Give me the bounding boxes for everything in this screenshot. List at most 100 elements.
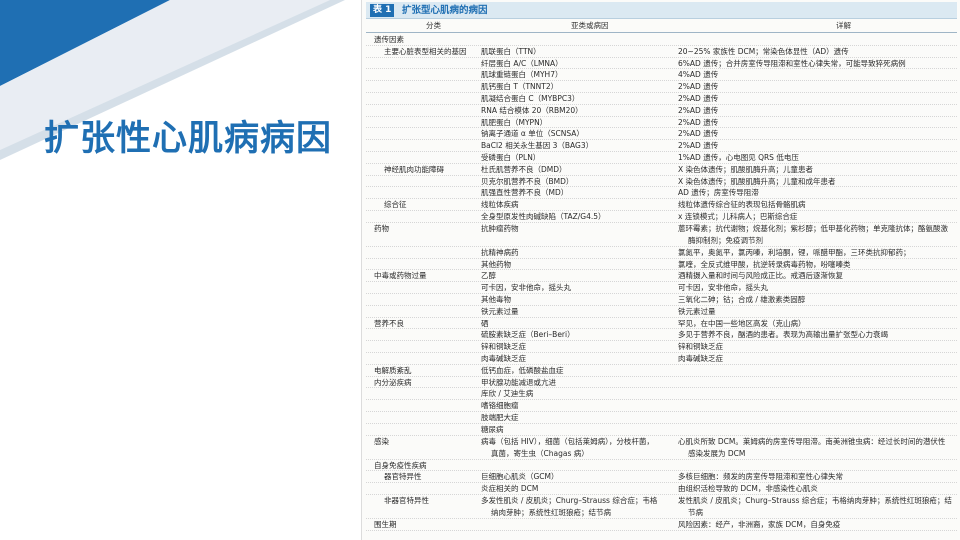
cell-category: 内分泌疾病 [374,377,412,387]
cell-category: 器官特异性 [384,472,422,482]
table-row: 内分泌疾病 甲状腺功能减退或亢进 [366,377,957,389]
cell-subtype: 库欣 / 艾迪生病 [481,389,534,399]
table-row: 肉毒碱缺乏症 肉毒碱缺乏症 [366,353,957,365]
table-row: 非器官特异性 多发性肌炎 / 皮肌炎；Churg–Strauss 综合症；韦格 发性… [366,495,957,519]
cell-subtype: 贝克尔肌营养不良（BMD） [481,176,574,186]
table-row: 综合征 线粒体疾病 线粒体遗传综合征的表现包括骨骼肌病 [366,199,957,211]
cell-detail: 线粒体遗传综合征的表现包括骨骼肌病 [678,200,806,210]
cell-detail: 2%AD 遗传 [678,105,719,115]
table-row: 硫胺素缺乏症（Beri–Beri） 多见于营养不良，酗酒的患者。表现为高输出量扩张… [366,329,957,342]
table-row: 中毒或药物过量 乙醇 酒精摄入量和时间与风险成正比。戒酒后逐渐恢复 [366,270,957,283]
cell-detail: 1%AD 遗传，心电图见 QRS 低电压 [678,153,799,162]
cell-subtype: 纤层蛋白 A/C（LMNA） [481,58,563,68]
cell-category: 电解质紊乱 [374,365,412,375]
cell-category: 遗传因素 [374,35,404,44]
table-row: 全身型原发性肉碱缺陷（TAZ/G4.5） x 连锁模式；儿科病人；巴斯综合症 [366,211,957,223]
table-row: 电解质紊乱 低钙血症，低磷酸盐血症 [366,365,957,377]
cell-subtype: 肌凝结合蛋白 C（MYBPC3） [481,94,580,103]
table-row: 其他毒物 三氧化二砷；钴；合成 / 雄激素类固醇 [366,294,957,306]
cell-detail: 4%AD 遗传 [678,70,719,80]
table-row: 肢端肥大症 [366,412,957,424]
cell-subtype: 嗜铬细胞瘤 [481,401,519,411]
cell-subtype: 糖尿病 [481,424,504,434]
cell-category: 中毒或药物过量 [374,271,427,281]
table-row: 受磷蛋白（PLN） 1%AD 遗传，心电图见 QRS 低电压 [366,152,957,164]
cell-detail: 风险因素：经产，非洲裔，家族 DCM，自身免疫 [678,520,841,529]
header-subtype: 亚类或病因 [571,21,609,30]
header-category: 分类 [426,21,441,30]
cell-detail: 2%AD 遗传 [678,129,719,139]
etiology-table: 表 1 扩张型心肌病的病因 分类 亚类或病因 详解 遗传因素 主要心脏表型相关的基… [361,0,960,540]
table-row: 肌钙蛋白 T（TNNT2） 2%AD 遗传 [366,81,957,93]
cell-detail: 可卡因，安非他命，摇头丸 [678,283,768,293]
table-row: 药物 抗肿瘤药物 蒽环霉素；抗代谢物；烷基化剂；紫杉醇；低甲基化药物；单克隆抗体；酪… [366,223,957,247]
cell-category: 神经肌肉功能障碍 [384,164,444,174]
table-row: 肌强直性营养不良（MD） AD 遗传；房室传导阻滞 [366,187,957,200]
table-row: 感染 病毒（包括 HIV），细菌（包括莱姆病），分枝杆菌， 心肌炎所致 DCM。莱姆… [366,436,957,460]
cell-subtype: 杜氏肌营养不良（DMD） [481,164,567,174]
cell-subtype: 甲状腺功能减退或亢进 [481,377,556,387]
cell-detail-cont: 节病 [688,508,703,517]
table-row: BaCl2 相关永生基因 3（BAG3） 2%AD 遗传 [366,140,957,152]
table-row: 锌和铜缺乏症 锌和铜缺乏症 [366,341,957,353]
table-row: 主要心脏表型相关的基因 肌联蛋白（TTN） 20~25% 家族性 DCM；常染色体显… [366,46,957,58]
cell-subtype: 肌钙蛋白 T（TNNT2） [481,82,559,92]
table-row: RNA 结合模体 20（RBM20） 2%AD 遗传 [366,105,957,117]
table-tag: 表 1 [370,4,395,17]
cell-detail: 2%AD 遗传 [678,117,719,127]
cell-subtype: 铁元素过量 [481,306,519,316]
cell-detail: 2%AD 遗传 [678,82,719,92]
cell-subtype: 受磷蛋白（PLN） [481,153,541,162]
cell-category: 围生期 [374,520,397,529]
cell-category: 自身免疫性疾病 [374,460,427,470]
table-row: 糖尿病 [366,424,957,436]
cell-subtype: 肌球重链蛋白（MYH7） [481,70,563,80]
table-row: 肌球重链蛋白（MYH7） 4%AD 遗传 [366,69,957,82]
cell-subtype: 巨细胞心肌炎（GCM） [481,472,559,482]
cell-detail: 氯喹，全反式维甲酸，抗逆转录病毒药物，吩噻嗪类 [678,259,851,269]
cell-subtype: 锌和铜缺乏症 [481,342,526,352]
cell-detail: 2%AD 遗传 [678,94,719,103]
cell-subtype: RNA 结合模体 20（RBM20） [481,105,583,115]
cell-detail: 罕见，在中国一些地区高发（克山病） [678,318,806,328]
cell-detail: 肉毒碱缺乏症 [678,354,723,363]
cell-subtype: BaCl2 相关永生基因 3（BAG3） [481,141,594,151]
cell-category: 综合征 [384,200,407,210]
slide-decoration [0,0,360,540]
table-row: 抗精神病药 氯氮平，奥氮平，氯丙嗪，利培酮，锂，哌醋甲酯，三环类抗抑郁药； [366,247,957,259]
cell-category: 药物 [374,223,389,233]
cell-subtype: 可卡因，安非他命，摇头丸 [481,283,571,293]
cell-detail: X 染色体遗传；肌酸肌酶升高；儿童患者 [678,164,814,174]
table-row: 其他药物 氯喹，全反式维甲酸，抗逆转录病毒药物，吩噻嗪类 [366,259,957,271]
cell-detail-cont: 感染发展为 DCM [688,448,746,458]
cell-detail: 由组织活检导致的 DCM，非感染性心肌炎 [678,484,818,494]
cell-subtype: 肌强直性营养不良（MD） [481,188,569,198]
cell-subtype: 其他药物 [481,259,511,269]
table-row: 围生期 风险因素：经产，非洲裔，家族 DCM，自身免疫 [366,519,957,531]
cell-detail: 氯氮平，奥氮平，氯丙嗪，利培酮，锂，哌醋甲酯，三环类抗抑郁药； [678,247,911,257]
cell-subtype: 硫胺素缺乏症（Beri–Beri） [481,330,575,340]
cell-subtype: 低钙血症，低磷酸盐血症 [481,365,564,375]
cell-category: 非器官特异性 [384,496,429,505]
table-header: 分类 亚类或病因 详解 [366,20,957,33]
cell-subtype: 全身型原发性肉碱缺陷（TAZ/G4.5） [481,212,606,221]
cell-detail: 6%AD 遗传；合并房室传导阻滞和室性心律失常，可能导致猝死病例 [678,58,906,68]
cell-detail: x 连锁模式；儿科病人；巴斯综合症 [678,212,798,221]
table-row: 贝克尔肌营养不良（BMD） X 染色体遗传；肌酸肌酶升高；儿童和成年患者 [366,176,957,188]
cell-detail: 三氧化二砷；钴；合成 / 雄激素类固醇 [678,295,806,304]
table-row: 铁元素过量 铁元素过量 [366,306,957,318]
cell-subtype: 线粒体疾病 [481,200,519,210]
cell-category: 感染 [374,436,389,446]
cell-detail: 心肌炎所致 DCM。莱姆病的房室传导阻滞。南美洲锥虫病：经过长时间的潜伏性 [678,436,946,446]
cell-subtype: 钠离子通道 α 单位（SCNSA） [481,129,584,139]
cell-subtype: 肉毒碱缺乏症 [481,354,526,363]
cell-subtype: 病毒（包括 HIV），细菌（包括莱姆病），分枝杆菌， [481,436,654,446]
cell-detail: 20~25% 家族性 DCM；常染色体显性（AD）遗传 [678,46,849,56]
table-row: 库欣 / 艾迪生病 [366,388,957,401]
cell-subtype: 乙醇 [481,271,496,281]
table-row: 神经肌肉功能障碍 杜氏肌营养不良（DMD） X 染色体遗传；肌酸肌酶升高；儿童患者 [366,164,957,176]
cell-category: 主要心脏表型相关的基因 [384,46,467,56]
table-row: 自身免疫性疾病 [366,460,957,472]
cell-detail: 2%AD 遗传 [678,141,719,151]
cell-subtype: 抗肿瘤药物 [481,223,519,233]
